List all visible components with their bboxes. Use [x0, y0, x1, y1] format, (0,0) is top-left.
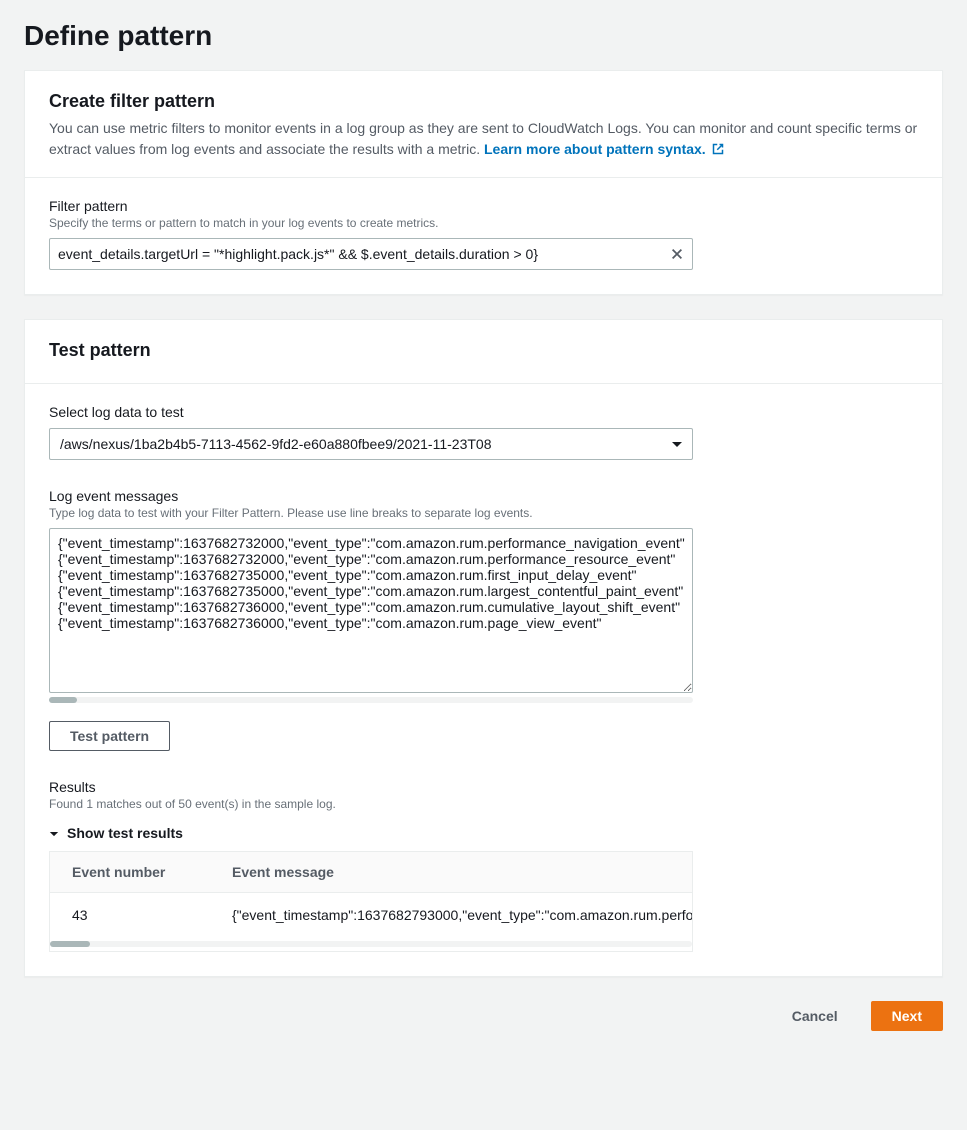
log-messages-textarea[interactable] — [49, 528, 693, 693]
textarea-scrollbar-thumb[interactable] — [49, 697, 77, 703]
filter-pattern-label: Filter pattern — [49, 198, 918, 214]
test-pattern-body: Select log data to test /aws/nexus/1ba2b… — [25, 384, 942, 976]
results-hint: Found 1 matches out of 50 event(s) in th… — [49, 797, 918, 811]
col-event-number: Event number — [50, 852, 210, 893]
log-data-select[interactable]: /aws/nexus/1ba2b4b5-7113-4562-9fd2-e60a8… — [49, 428, 693, 460]
log-data-select-value: /aws/nexus/1ba2b4b5-7113-4562-9fd2-e60a8… — [60, 436, 491, 452]
test-pattern-button[interactable]: Test pattern — [49, 721, 170, 751]
results-table: Event number Event message 43 {"event_ti… — [50, 852, 692, 937]
test-pattern-heading: Test pattern — [49, 340, 918, 361]
create-filter-panel: Create filter pattern You can use metric… — [24, 70, 943, 295]
select-log-label: Select log data to test — [49, 404, 918, 420]
external-link-icon — [712, 140, 724, 161]
log-messages-label: Log event messages — [49, 488, 918, 504]
create-filter-description: You can use metric filters to monitor ev… — [49, 118, 918, 161]
caret-down-icon — [49, 825, 59, 841]
create-filter-heading: Create filter pattern — [49, 91, 918, 112]
create-filter-header: Create filter pattern You can use metric… — [25, 71, 942, 178]
learn-more-label: Learn more about pattern syntax. — [484, 141, 706, 157]
show-results-label: Show test results — [67, 825, 183, 841]
textarea-scrollbar[interactable] — [49, 697, 693, 703]
cell-event-number: 43 — [50, 893, 210, 938]
filter-pattern-input[interactable] — [49, 238, 693, 270]
test-pattern-panel: Test pattern Select log data to test /aw… — [24, 319, 943, 977]
page-title: Define pattern — [24, 20, 943, 52]
next-button[interactable]: Next — [871, 1001, 943, 1031]
table-scrollbar[interactable] — [50, 941, 692, 947]
cancel-button[interactable]: Cancel — [771, 1001, 859, 1031]
filter-pattern-hint: Specify the terms or pattern to match in… — [49, 216, 918, 230]
results-label: Results — [49, 779, 918, 795]
test-pattern-header: Test pattern — [25, 320, 942, 384]
col-event-message: Event message — [210, 852, 692, 893]
learn-more-link[interactable]: Learn more about pattern syntax. — [484, 141, 724, 157]
log-messages-hint: Type log data to test with your Filter P… — [49, 506, 918, 520]
table-scrollbar-thumb[interactable] — [50, 941, 90, 947]
results-table-wrap: Event number Event message 43 {"event_ti… — [49, 851, 693, 952]
show-results-toggle[interactable]: Show test results — [49, 819, 918, 851]
footer-actions: Cancel Next — [24, 1001, 943, 1031]
cell-event-message: {"event_timestamp":1637682793000,"event_… — [210, 893, 692, 938]
clear-input-icon[interactable] — [667, 244, 687, 264]
table-row: 43 {"event_timestamp":1637682793000,"eve… — [50, 893, 692, 938]
create-filter-body: Filter pattern Specify the terms or patt… — [25, 178, 942, 294]
